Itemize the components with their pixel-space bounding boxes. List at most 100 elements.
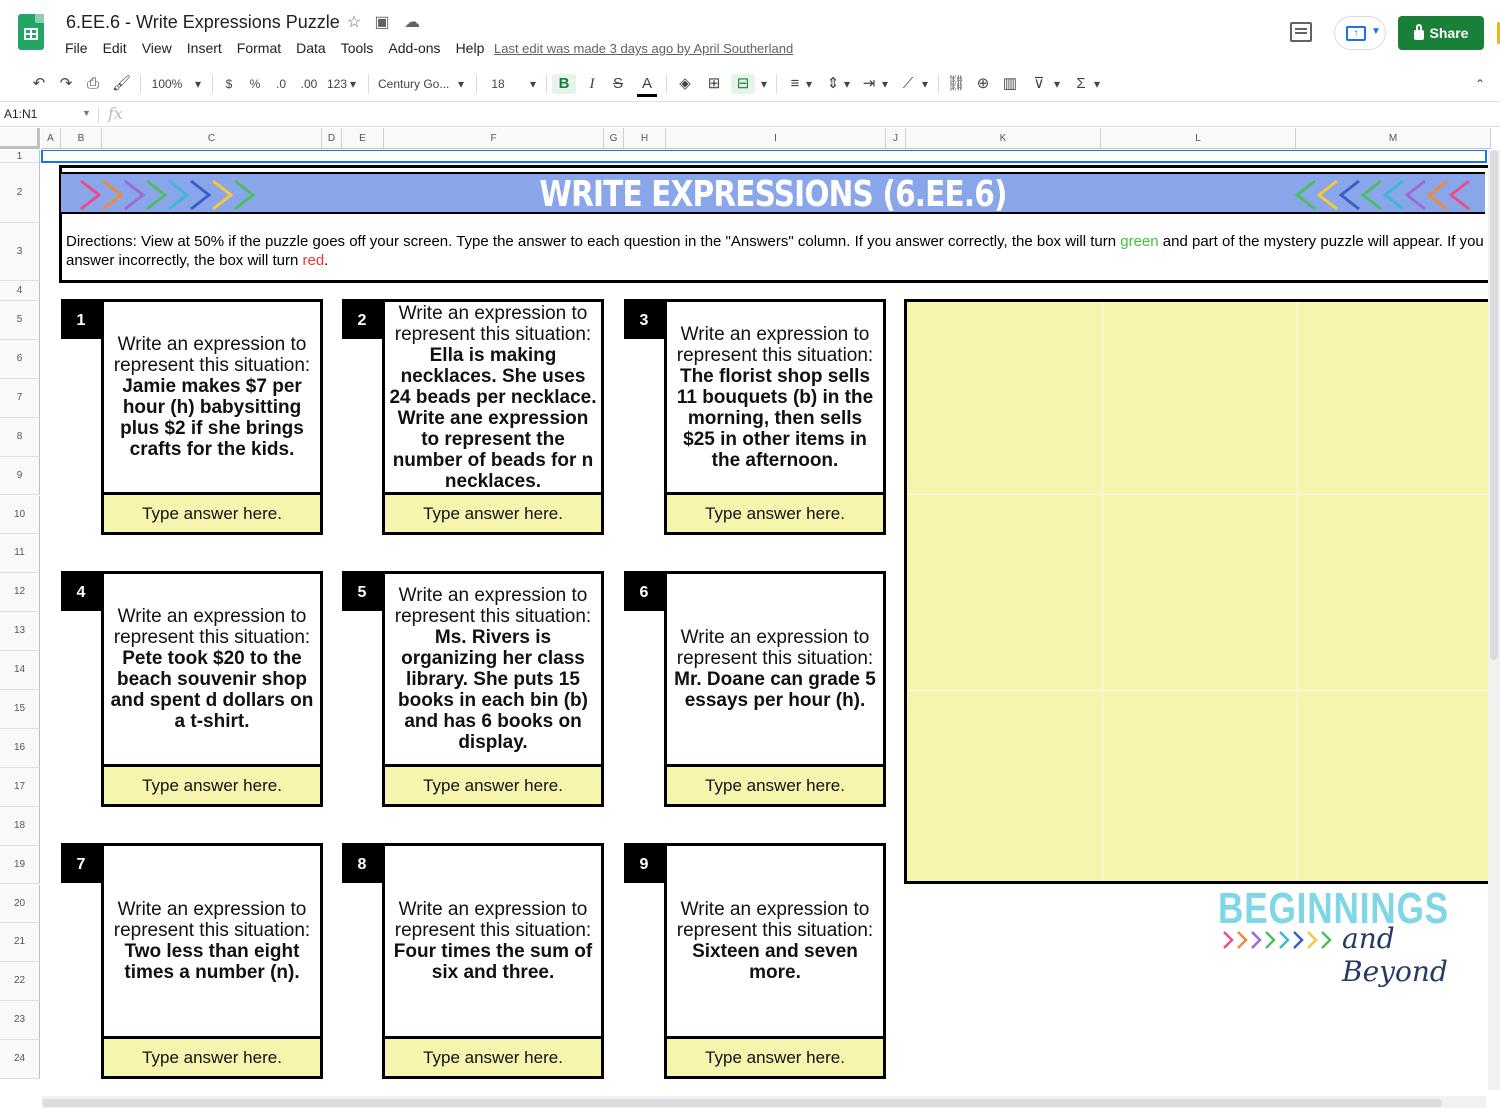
row-header-10[interactable]: 10 [0, 495, 40, 535]
column-header-m[interactable]: M [1296, 128, 1491, 149]
row-header-8[interactable]: 8 [0, 417, 40, 457]
increase-decimal-button[interactable]: .00 [298, 74, 320, 94]
vertical-scrollbar[interactable] [1488, 150, 1500, 1090]
text-wrap-icon[interactable]: ⇥ [860, 74, 878, 94]
horizontal-scrollbar[interactable] [42, 1096, 1486, 1108]
insert-link-icon[interactable]: ⛓ [946, 74, 966, 94]
row-header-13[interactable]: 13 [0, 612, 40, 652]
paint-format-icon[interactable]: 🖌 [112, 74, 131, 94]
row-header-11[interactable]: 11 [0, 534, 40, 574]
answer-cell[interactable]: Type answer here. [382, 492, 604, 535]
column-header-l[interactable]: L [1101, 128, 1296, 149]
menu-insert[interactable]: Insert [187, 40, 222, 56]
row-header-3[interactable]: 3 [0, 223, 40, 281]
column-header-e[interactable]: E [342, 128, 384, 149]
answer-cell[interactable]: Type answer here. [664, 1036, 886, 1079]
answer-cell[interactable]: Type answer here. [664, 764, 886, 807]
column-header-i[interactable]: I [666, 128, 886, 149]
row-header-20[interactable]: 20 [0, 884, 40, 924]
text-color-button[interactable]: A [637, 74, 657, 94]
decrease-decimal-button[interactable]: .0 [272, 74, 290, 94]
share-button[interactable]: Share [1398, 16, 1484, 50]
text-rotation-icon[interactable]: ⟋ [898, 74, 918, 94]
row-header-16[interactable]: 16 [0, 728, 40, 768]
redo-icon[interactable]: ↷ [57, 74, 75, 94]
percent-format-button[interactable]: % [248, 74, 262, 94]
italic-button[interactable]: I [582, 74, 602, 94]
chevron-down-icon[interactable]: ▾ [842, 74, 852, 94]
menu-addons[interactable]: Add-ons [388, 40, 440, 56]
insert-chart-icon[interactable]: ▥ [1001, 74, 1019, 94]
row-header-1[interactable]: 1 [0, 150, 40, 163]
chevron-down-icon[interactable]: ▾ [804, 74, 814, 94]
row-header-15[interactable]: 15 [0, 690, 40, 729]
selected-range-row-1[interactable] [41, 150, 1487, 163]
menu-data[interactable]: Data [296, 40, 326, 56]
answer-cell[interactable]: Type answer here. [382, 764, 604, 807]
column-header-h[interactable]: H [624, 128, 666, 149]
functions-button[interactable]: Σ [1072, 74, 1090, 94]
row-header-5[interactable]: 5 [0, 301, 40, 340]
column-header-g[interactable]: G [604, 128, 624, 149]
row-header-4[interactable]: 4 [0, 281, 40, 301]
zoom-select[interactable]: 100% [150, 74, 184, 94]
row-header-23[interactable]: 23 [0, 1001, 40, 1041]
column-header-f[interactable]: F [384, 128, 604, 149]
row-header-21[interactable]: 21 [0, 923, 40, 963]
menu-help[interactable]: Help [456, 40, 485, 56]
answer-cell[interactable]: Type answer here. [664, 492, 886, 535]
undo-icon[interactable]: ↶ [30, 74, 48, 94]
font-size-select[interactable]: 18 [488, 74, 508, 94]
star-icon[interactable]: ☆ [344, 12, 364, 32]
answer-cell[interactable]: Type answer here. [101, 1036, 323, 1079]
comment-icon[interactable] [1290, 22, 1312, 42]
column-header-b[interactable]: B [61, 128, 102, 149]
row-header-22[interactable]: 22 [0, 962, 40, 1002]
column-header-k[interactable]: K [906, 128, 1101, 149]
insert-comment-icon[interactable]: ⊕ [974, 74, 992, 94]
column-header-c[interactable]: C [102, 128, 322, 149]
print-icon[interactable]: ⎙ [84, 74, 102, 94]
row-header-7[interactable]: 7 [0, 378, 40, 418]
present-button[interactable]: ↑ ▼ [1334, 16, 1386, 50]
chevron-down-icon[interactable]: ▾ [1092, 74, 1102, 94]
vertical-align-icon[interactable]: ⇕ [824, 74, 842, 94]
row-header-14[interactable]: 14 [0, 651, 40, 690]
collapse-toolbar-icon[interactable]: ⌃ [1472, 74, 1488, 94]
column-header-d[interactable]: D [322, 128, 342, 149]
filter-icon[interactable]: ⊽ [1030, 74, 1048, 94]
chevron-down-icon[interactable]: ▾ [456, 74, 466, 94]
menu-tools[interactable]: Tools [341, 40, 374, 56]
cloud-status-icon[interactable]: ☁ [402, 12, 422, 32]
chevron-down-icon[interactable]: ▾ [192, 74, 204, 94]
more-formats-button[interactable]: 123 [326, 74, 348, 94]
horizontal-align-icon[interactable]: ≡ [786, 74, 804, 94]
chevron-down-icon[interactable]: ▾ [758, 74, 770, 94]
last-edit-link[interactable]: Last edit was made 3 days ago by April S… [494, 41, 793, 56]
name-box[interactable]: A1:N1 [4, 107, 37, 121]
answer-cell[interactable]: Type answer here. [101, 492, 323, 535]
move-folder-icon[interactable]: ▣ [372, 12, 392, 32]
row-header-17[interactable]: 17 [0, 767, 40, 807]
answer-cell[interactable]: Type answer here. [382, 1036, 604, 1079]
document-title[interactable]: 6.EE.6 - Write Expressions Puzzle [66, 12, 340, 33]
row-header-12[interactable]: 12 [0, 573, 40, 613]
sheets-logo-icon[interactable] [18, 14, 44, 50]
fill-color-icon[interactable]: ◈ [676, 74, 694, 94]
merge-cells-icon[interactable]: ⊟ [731, 74, 755, 94]
chevron-down-icon[interactable]: ▾ [880, 74, 890, 94]
menu-file[interactable]: File [65, 40, 88, 56]
chevron-down-icon[interactable]: ▾ [528, 74, 538, 94]
menu-view[interactable]: View [142, 40, 172, 56]
row-header-6[interactable]: 6 [0, 339, 40, 379]
select-all-corner[interactable] [0, 128, 40, 149]
font-select[interactable]: Century Go... [378, 74, 452, 94]
strikethrough-button[interactable]: S [608, 74, 628, 94]
answer-cell[interactable]: Type answer here. [101, 764, 323, 807]
row-header-19[interactable]: 19 [0, 845, 40, 885]
row-header-2[interactable]: 2 [0, 163, 40, 223]
menu-edit[interactable]: Edit [103, 40, 127, 56]
row-header-24[interactable]: 24 [0, 1040, 40, 1079]
chevron-down-icon[interactable]: ▾ [1052, 74, 1062, 94]
column-header-j[interactable]: J [886, 128, 906, 149]
